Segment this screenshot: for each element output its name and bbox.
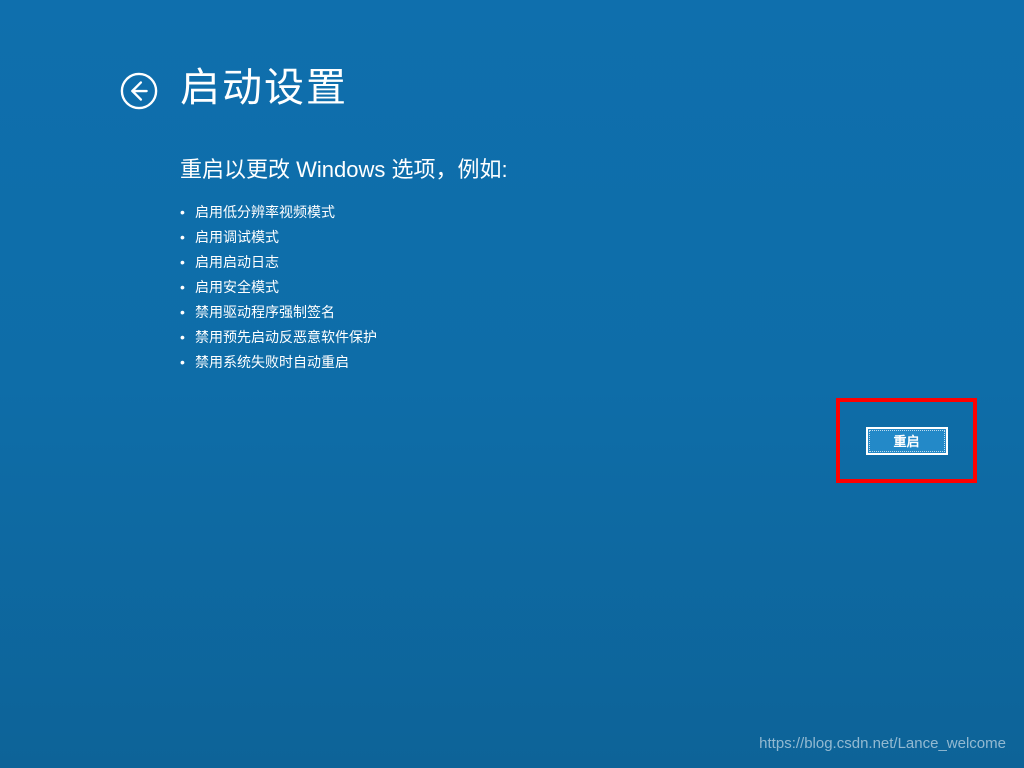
list-item: 禁用预先启动反恶意软件保护	[195, 325, 377, 350]
back-button[interactable]	[120, 72, 158, 110]
restart-button[interactable]: 重启	[866, 427, 948, 455]
list-item: 启用启动日志	[195, 250, 377, 275]
list-item: 禁用系统失败时自动重启	[195, 350, 377, 375]
list-item: 禁用驱动程序强制签名	[195, 300, 377, 325]
startup-options-list: 启用低分辨率视频模式 启用调试模式 启用启动日志 启用安全模式 禁用驱动程序强制…	[195, 200, 377, 375]
restart-highlight-box: 重启	[836, 398, 977, 483]
back-arrow-icon	[120, 97, 158, 114]
list-item: 启用低分辨率视频模式	[195, 200, 377, 225]
list-item: 启用安全模式	[195, 275, 377, 300]
list-item: 启用调试模式	[195, 225, 377, 250]
subtitle: 重启以更改 Windows 选项，例如:	[180, 152, 508, 184]
watermark: https://blog.csdn.net/Lance_welcome	[759, 735, 1006, 752]
page-title: 启动设置	[180, 55, 348, 113]
